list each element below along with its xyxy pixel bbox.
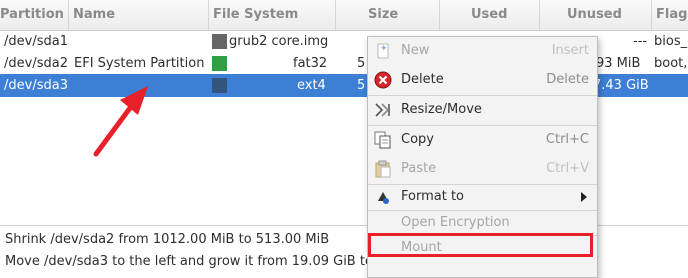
menu-item-new[interactable]: ✦ New Insert — [368, 38, 597, 64]
menu-item-delete[interactable]: Delete Delete — [368, 67, 597, 93]
partition-cell: /dev/sda2 — [4, 56, 68, 71]
filesystem-color-swatch — [212, 34, 227, 49]
unused-cell: 93 MiB — [596, 56, 641, 71]
menu-item-label: Paste — [401, 161, 437, 176]
size-cell: 5 — [357, 78, 366, 93]
submenu-arrow-icon — [581, 192, 587, 202]
menu-item-shortcut: Delete — [546, 72, 589, 87]
annotation-highlight-box — [368, 233, 593, 257]
name-cell: EFI System Partition — [74, 56, 205, 71]
partition-cell: /dev/sda3 — [4, 78, 68, 93]
unused-cell: 7.43 GiB — [593, 78, 649, 93]
partition-table-header: Partition Name File System Size Used Unu… — [0, 0, 688, 31]
menu-item-shortcut: Insert — [551, 43, 589, 58]
delete-icon — [374, 71, 392, 89]
filesystem-cell: ext4 — [297, 78, 326, 93]
menu-item-paste[interactable]: Paste Ctrl+V — [368, 156, 597, 182]
paste-icon — [374, 160, 392, 178]
operation-item[interactable]: Shrink /dev/sda2 from 1012.00 MiB to 513… — [5, 229, 329, 251]
copy-icon — [374, 131, 392, 149]
format-icon — [374, 188, 392, 206]
menu-item-label: Resize/Move — [401, 102, 482, 117]
menu-item-shortcut: Ctrl+V — [546, 161, 589, 176]
partition-cell: /dev/sda1 — [4, 34, 68, 49]
filesystem-color-swatch — [212, 56, 227, 71]
column-header-partition[interactable]: Partition — [0, 0, 69, 30]
filesystem-cell: fat32 — [293, 56, 328, 71]
svg-text:✦: ✦ — [380, 44, 388, 54]
column-header-used[interactable]: Used — [440, 0, 540, 30]
filesystem-cell: grub2 core.img — [229, 34, 329, 49]
menu-item-label: New — [401, 43, 430, 58]
column-header-file-system[interactable]: File System — [209, 0, 336, 30]
menu-item-label: Delete — [401, 72, 444, 87]
unused-cell: --- — [633, 34, 648, 49]
column-header-flags[interactable]: Flags — [652, 0, 688, 30]
column-header-name[interactable]: Name — [69, 0, 209, 30]
menu-item-copy[interactable]: Copy Ctrl+C — [368, 127, 597, 153]
menu-separator — [368, 125, 597, 126]
column-header-size[interactable]: Size — [336, 0, 440, 30]
menu-item-label: Format to — [401, 189, 464, 204]
flags-cell: bios_grub — [654, 34, 688, 49]
resize-move-icon — [374, 101, 392, 119]
size-cell: 5 — [357, 56, 366, 71]
flags-cell: boot, esp — [654, 56, 688, 71]
menu-item-resize-move[interactable]: Resize/Move — [368, 97, 597, 123]
menu-item-format-to[interactable]: Format to — [368, 184, 597, 210]
menu-item-label: Copy — [401, 132, 434, 147]
column-header-unused[interactable]: Unused — [540, 0, 652, 30]
operation-item[interactable]: Move /dev/sda3 to the left and grow it f… — [5, 251, 373, 273]
filesystem-color-swatch — [212, 78, 227, 93]
menu-item-shortcut: Ctrl+C — [545, 132, 589, 147]
menu-separator — [368, 95, 597, 96]
new-icon: ✦ — [374, 42, 392, 60]
